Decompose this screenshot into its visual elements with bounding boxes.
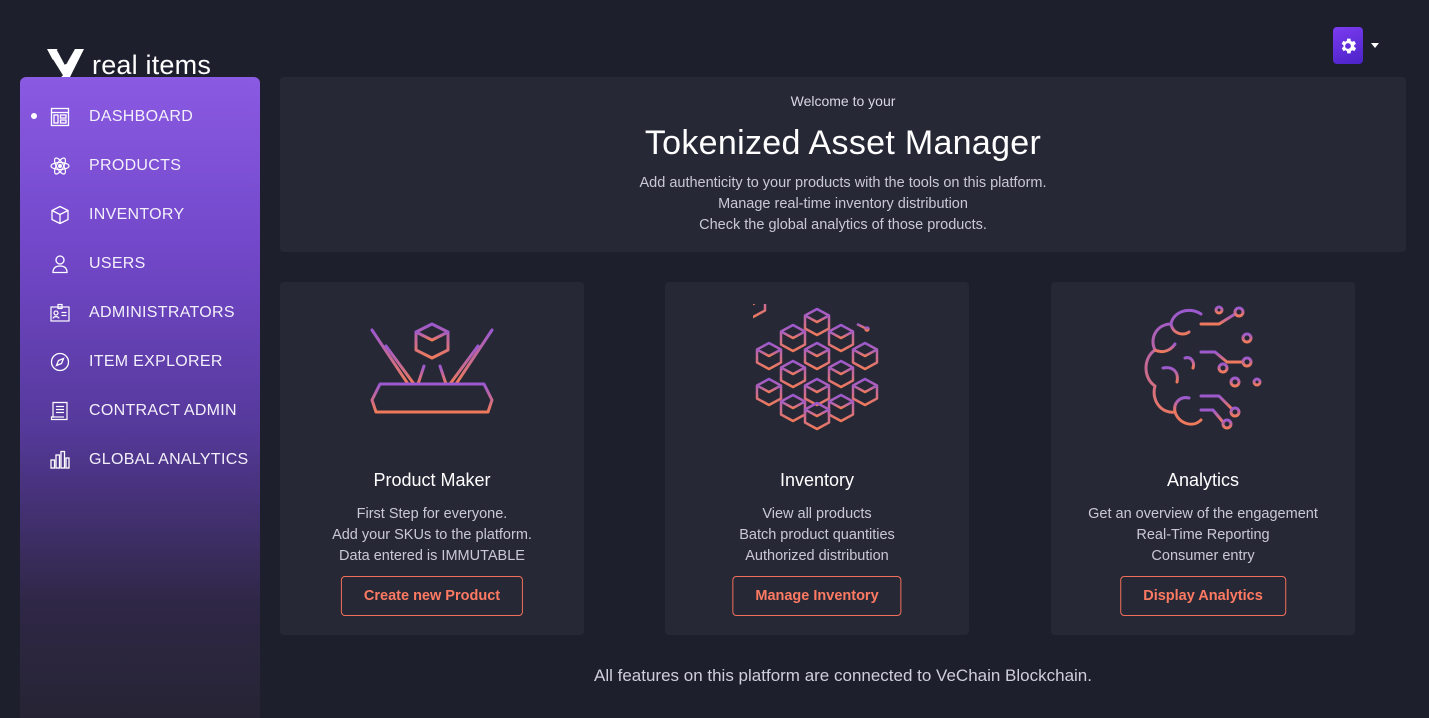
card-line: Authorized distribution [745, 548, 889, 564]
card-line: Add your SKUs to the platform. [332, 527, 532, 543]
inventory-card: Inventory View all products Batch produc… [665, 282, 969, 635]
sidebar-item-label: GLOBAL ANALYTICS [89, 450, 249, 468]
manage-inventory-button[interactable]: Manage Inventory [732, 576, 902, 616]
chevron-down-icon[interactable] [1371, 43, 1379, 48]
card-title: Inventory [779, 470, 855, 490]
banner-line: Check the global analytics of those prod… [699, 217, 987, 233]
card-line: View all products [762, 506, 872, 522]
id-badge-icon [50, 303, 70, 323]
analytics-card: Analytics Get an overview of the engagem… [1051, 282, 1355, 635]
logo-text: real items [92, 49, 212, 80]
sidebar-item-label: DASHBOARD [89, 107, 194, 125]
sidebar-item-label: ITEM EXPLORER [89, 352, 223, 370]
user-icon [50, 254, 70, 274]
card-title: Analytics [1166, 470, 1240, 490]
sidebar-item-label: ADMINISTRATORS [89, 303, 235, 321]
atom-icon [50, 156, 70, 176]
sidebar-item-administrators[interactable]: ADMINISTRATORS [20, 288, 260, 337]
card-title: Product Maker [373, 470, 491, 490]
sidebar-item-label: CONTRACT ADMIN [89, 401, 237, 419]
product-maker-card: Product Maker First Step for everyone. A… [280, 282, 584, 635]
card-line: Batch product quantities [739, 527, 895, 543]
bar-chart-icon [50, 450, 70, 470]
blockchain-cubes-icon [753, 304, 879, 431]
sidebar-item-label: PRODUCTS [89, 156, 182, 174]
brain-circuit-icon [1144, 305, 1262, 430]
card-line: Get an overview of the engagement [1088, 506, 1318, 522]
card-line: First Step for everyone. [356, 506, 508, 522]
sidebar-item-users[interactable]: USERS [20, 239, 260, 288]
banner-line: Add authenticity to your products with t… [639, 175, 1047, 191]
sidebar-item-label: INVENTORY [89, 205, 185, 223]
card-line: Real-Time Reporting [1136, 527, 1270, 543]
sidebar-item-contract-admin[interactable]: CONTRACT ADMIN [20, 386, 260, 435]
sidebar-item-global-analytics[interactable]: GLOBAL ANALYTICS [20, 435, 260, 484]
sidebar-item-products[interactable]: PRODUCTS [20, 141, 260, 190]
sidebar: DASHBOARD PRODUCTS INVENTORY USERS ADMIN… [20, 77, 260, 718]
welcome-text: Welcome to your [790, 93, 896, 109]
sidebar-item-label: USERS [89, 254, 146, 272]
account-menu[interactable] [1333, 27, 1379, 64]
page-title: Tokenized Asset Manager [644, 124, 1042, 162]
display-analytics-button[interactable]: Display Analytics [1120, 576, 1286, 616]
create-new-product-button[interactable]: Create new Product [340, 576, 524, 616]
banner-line: Manage real-time inventory distribution [718, 196, 968, 212]
card-line: Data entered is IMMUTABLE [339, 548, 525, 564]
avatar[interactable] [1333, 27, 1363, 64]
card-line: Consumer entry [1151, 548, 1255, 564]
sidebar-item-inventory[interactable]: INVENTORY [20, 190, 260, 239]
sidebar-item-dashboard[interactable]: DASHBOARD [20, 92, 260, 141]
box-icon [50, 205, 70, 225]
hologram-cube-icon [370, 322, 494, 414]
active-indicator [31, 113, 37, 119]
document-icon [50, 401, 70, 421]
welcome-banner: Welcome to your Tokenized Asset Manager … [280, 77, 1406, 252]
footer-note: All features on this platform are connec… [593, 666, 1092, 685]
compass-icon [50, 352, 70, 372]
dashboard-icon [50, 107, 70, 127]
sidebar-item-item-explorer[interactable]: ITEM EXPLORER [20, 337, 260, 386]
gear-icon [1341, 38, 1357, 53]
